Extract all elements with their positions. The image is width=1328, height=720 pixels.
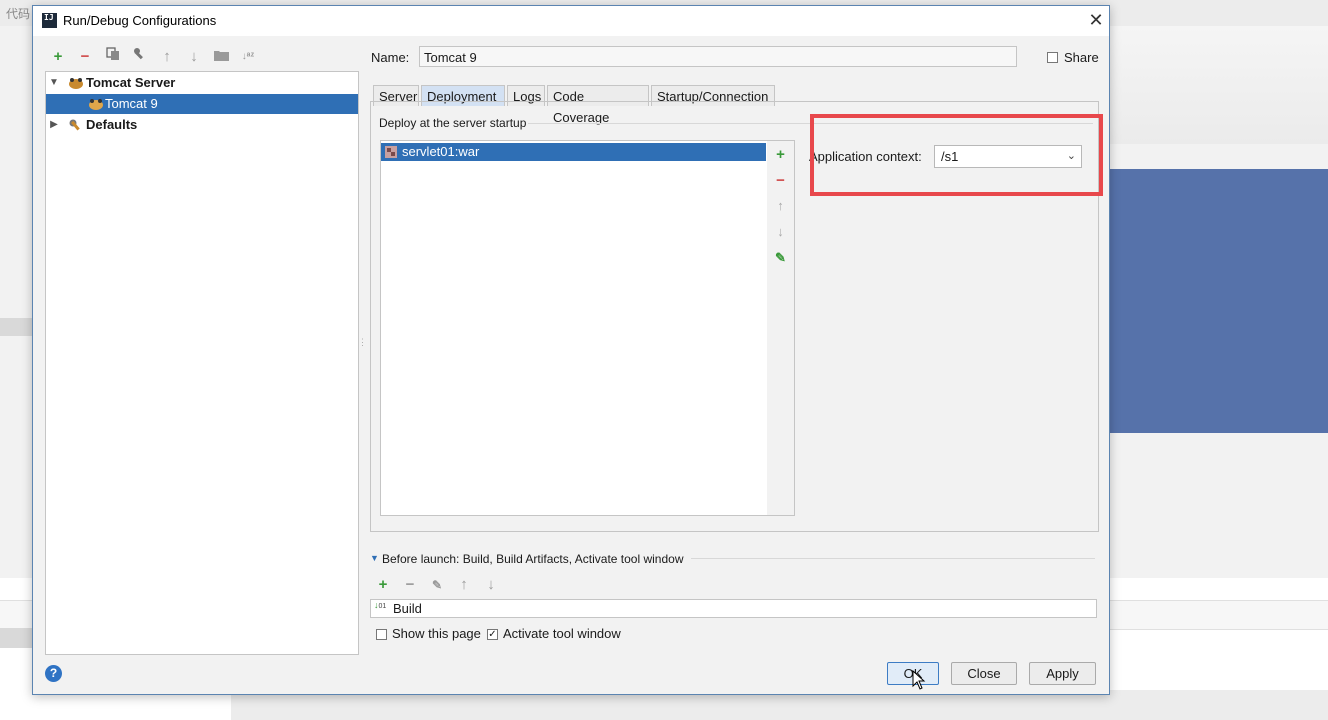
name-field[interactable]: Tomcat 9 [419,46,1017,67]
tree-item-defaults[interactable]: ▶ Defaults [46,115,358,135]
artifact-label: servlet01:war [402,144,480,159]
name-label: Name: [371,50,410,65]
before-launch-label[interactable]: Before launch: Build, Build Artifacts, A… [382,552,684,566]
add-icon[interactable]: + [767,146,794,163]
activate-tool-window-checkbox[interactable]: ✓ [487,629,498,640]
sort-icon[interactable]: ↓ᵃᶻ [238,47,258,67]
activate-tool-window-label: Activate tool window [503,626,621,641]
background-blue-area [1110,169,1328,433]
build-icon: ↓01 [374,600,387,611]
task-label: Build [393,601,422,616]
background-panel [1110,26,1328,144]
intellij-icon: IJ [42,13,57,28]
list-item[interactable]: servlet01:war [381,143,766,161]
wrench-icon [68,118,84,132]
mouse-cursor-icon [912,669,926,690]
deploy-list-toolbar: + − ↑ ↓ ✎ [767,140,795,516]
help-icon[interactable]: ? [45,665,62,682]
chevron-down-icon[interactable]: ▼ [370,553,379,563]
apply-button[interactable]: Apply [1029,662,1096,685]
share-checkbox[interactable] [1047,52,1058,63]
chevron-right-icon[interactable]: ▶ [48,115,60,135]
background-label: 代码 [6,7,31,21]
tree-item-label: Tomcat Server [86,75,176,90]
move-up-icon[interactable]: ↑ [157,47,177,67]
tree-item-label: Tomcat 9 [105,96,158,111]
move-up-icon[interactable]: ↑ [767,198,794,213]
background-strip [0,628,32,648]
add-icon[interactable]: + [48,47,68,67]
run-debug-dialog: IJ Run/Debug Configurations ✕ + − ↑ ↓ ↓ᵃ… [32,5,1110,695]
section-title: Deploy at the server startup [379,116,527,130]
tree-item-tomcat-9[interactable]: Tomcat 9 [46,94,358,114]
splitter-handle[interactable]: ⋮ [358,338,367,355]
folder-icon[interactable] [211,47,231,67]
move-down-icon[interactable]: ↓ [767,224,794,239]
close-button[interactable]: Close [951,662,1017,685]
move-up-icon[interactable]: ↑ [454,575,474,595]
show-page-label: Show this page [392,626,481,641]
move-down-icon[interactable]: ↓ [481,575,501,595]
dialog-title: Run/Debug Configurations [63,13,217,28]
copy-icon[interactable] [103,47,123,67]
close-icon[interactable]: ✕ [1085,9,1107,31]
remove-icon[interactable]: − [400,575,420,595]
show-page-checkbox[interactable] [376,629,387,640]
wrench-icon[interactable] [130,47,150,67]
title-bar[interactable]: IJ Run/Debug Configurations ✕ [33,6,1109,36]
tree-item-tomcat-server[interactable]: ▼ Tomcat Server [46,73,358,93]
pencil-icon[interactable]: ✎ [767,250,794,266]
tomcat-icon [68,76,84,90]
remove-icon[interactable]: − [75,47,95,67]
divider [691,558,1095,559]
background-strip [0,318,32,336]
war-artifact-icon [384,145,398,164]
share-label: Share [1064,50,1099,65]
configuration-tree[interactable]: ▼ Tomcat Server Tomcat 9 ▶ Defaults [45,71,359,655]
highlight-box [810,114,1103,196]
move-down-icon[interactable]: ↓ [184,47,204,67]
deploy-artifacts-list[interactable]: servlet01:war [380,140,769,516]
add-icon[interactable]: + [373,575,393,595]
tree-item-label: Defaults [86,117,138,132]
before-launch-task[interactable]: ↓01 Build [370,599,1097,618]
remove-icon[interactable]: − [767,172,794,189]
chevron-down-icon[interactable]: ▼ [48,73,60,93]
pencil-icon[interactable]: ✎ [427,575,447,595]
tomcat-icon [88,97,104,111]
